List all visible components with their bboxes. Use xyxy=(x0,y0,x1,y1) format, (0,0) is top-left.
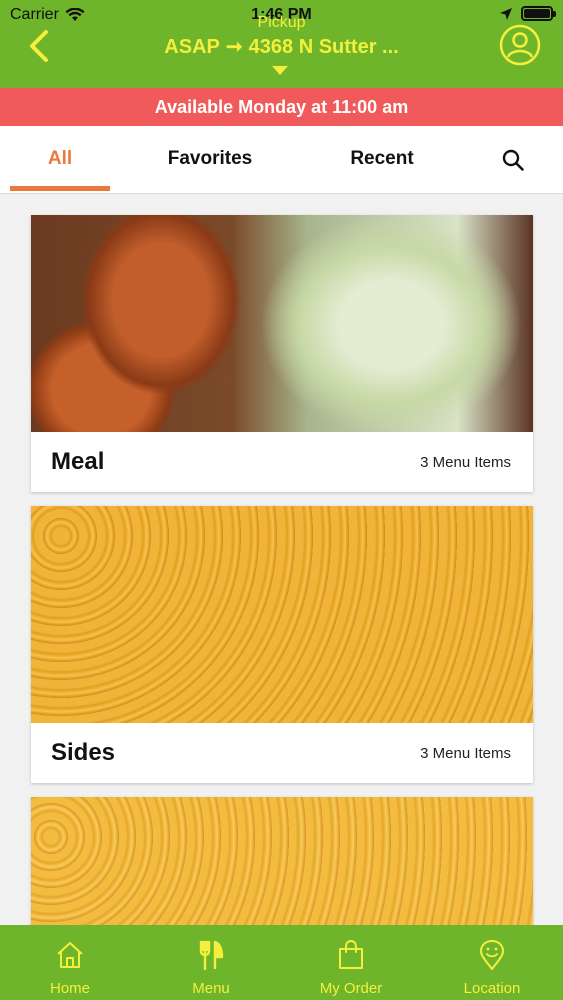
search-icon[interactable] xyxy=(501,148,525,172)
active-tab-indicator xyxy=(10,186,110,191)
availability-banner: Available Monday at 11:00 am xyxy=(0,88,563,126)
pickup-route[interactable]: ASAP ➞ 4368 N Sutter ... xyxy=(0,34,563,59)
nav-menu[interactable]: Menu xyxy=(141,925,281,1000)
category-info: Sides 3 Menu Items xyxy=(31,723,533,783)
pickup-time: ASAP xyxy=(164,36,220,58)
pickup-label: Pickup xyxy=(257,14,306,31)
bottom-tab-bar: Home Menu My Order Location xyxy=(0,925,563,1000)
app-header: Carrier 1:46 PM Pickup ASAP ➞ 4368 N Sutte… xyxy=(0,0,563,88)
category-image xyxy=(31,215,533,432)
nav-location[interactable]: Location xyxy=(422,925,562,1000)
category-image xyxy=(31,797,533,925)
chevron-down-icon[interactable] xyxy=(272,66,288,75)
profile-icon[interactable] xyxy=(499,24,541,66)
category-item-count: 3 Menu Items xyxy=(420,745,511,762)
nav-my-order[interactable]: My Order xyxy=(281,925,421,1000)
nav-home[interactable]: Home xyxy=(0,925,140,1000)
category-title: Meal xyxy=(51,448,105,475)
category-title: Sides xyxy=(51,739,116,766)
menu-category-list: Meal 3 Menu Items Sides 3 Menu Items xyxy=(0,195,563,925)
arrow-right-icon: ➞ xyxy=(225,36,243,58)
tab-all[interactable]: All xyxy=(10,126,110,194)
nav-label: Location xyxy=(463,980,521,997)
category-image xyxy=(31,506,533,723)
fork-knife-icon xyxy=(199,940,224,971)
pickup-address: 4368 N Sutter ... xyxy=(248,36,399,58)
shopping-bag-icon xyxy=(339,939,363,969)
category-card-meal[interactable]: Meal 3 Menu Items xyxy=(31,215,533,492)
home-icon xyxy=(57,942,83,968)
nav-label: My Order xyxy=(319,980,383,997)
category-card-sides[interactable]: Sides 3 Menu Items xyxy=(31,506,533,783)
nav-label: Menu xyxy=(192,980,230,997)
location-pin-icon xyxy=(480,940,504,970)
tab-favorites[interactable]: Favorites xyxy=(150,126,270,194)
nav-label: Home xyxy=(49,980,90,997)
tab-recent[interactable]: Recent xyxy=(322,126,442,194)
category-tabs: All Favorites Recent xyxy=(0,126,563,194)
category-card-third[interactable] xyxy=(31,797,533,925)
category-item-count: 3 Menu Items xyxy=(420,454,511,471)
category-info: Meal 3 Menu Items xyxy=(31,432,533,492)
